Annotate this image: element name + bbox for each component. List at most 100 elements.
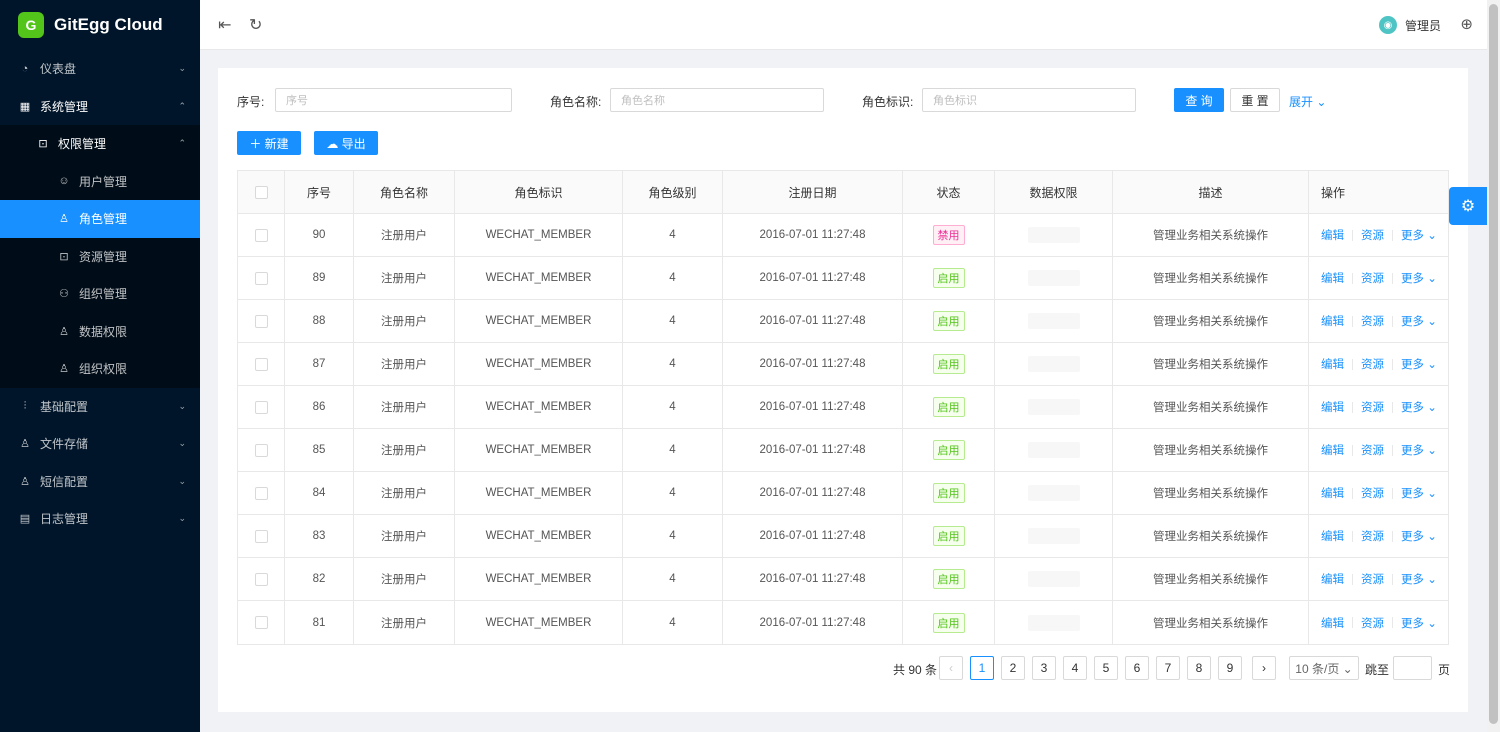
edit-link[interactable]: 编辑 [1321,442,1344,458]
table-row[interactable]: 83 注册用户 WECHAT_MEMBER 4 2016-07-01 11:27:48 启… [238,515,1448,558]
resource-link[interactable]: 资源 [1361,356,1384,372]
sidebar-item[interactable]: ♙ 文件存储 ⌄ [0,425,200,463]
edit-link[interactable]: 编辑 [1321,485,1344,501]
more-dropdown[interactable]: 更多 ⌄ [1401,270,1437,286]
edit-link[interactable]: 编辑 [1321,615,1344,631]
data-permission-placeholder [1027,227,1080,243]
row-checkbox[interactable] [254,400,268,414]
edit-link[interactable]: 编辑 [1321,399,1344,415]
resource-link[interactable]: 资源 [1361,615,1384,631]
sidebar-item[interactable]: ⫶ 基础配置 ⌄ [0,388,200,426]
edit-link[interactable]: 编辑 [1321,270,1344,286]
page-button[interactable]: 3 [1032,656,1056,680]
table-row[interactable]: 85 注册用户 WECHAT_MEMBER 4 2016-07-01 11:27:48 启… [238,429,1448,472]
new-button[interactable]: ＋ 新建 [237,131,301,155]
table-row[interactable]: 87 注册用户 WECHAT_MEMBER 4 2016-07-01 11:27:48 启… [238,343,1448,386]
row-checkbox[interactable] [254,228,268,242]
action-divider [1392,530,1393,542]
more-dropdown[interactable]: 更多 ⌄ [1401,442,1437,458]
next-page-button[interactable]: › [1252,656,1276,680]
page-button[interactable]: 8 [1187,656,1211,680]
resource-link[interactable]: 资源 [1361,227,1384,243]
page-size-select[interactable]: 10 条/页 ⌄ [1289,656,1359,680]
edit-link[interactable]: 编辑 [1321,528,1344,544]
table-row[interactable]: 86 注册用户 WECHAT_MEMBER 4 2016-07-01 11:27:48 启… [238,386,1448,429]
row-checkbox[interactable] [254,314,268,328]
reset-button[interactable]: 重 置 [1230,88,1280,112]
cell-desc: 管理业务相关系统操作 [1113,257,1309,299]
cell-id: 83 [285,515,354,557]
role-key-input[interactable]: 角色标识 [922,88,1136,112]
logo[interactable]: G GitEgg Cloud [0,0,200,50]
resource-link[interactable]: 资源 [1361,270,1384,286]
sidebar-item[interactable]: ♙ 数据权限 [0,312,200,350]
prev-page-button[interactable]: ‹ [939,656,963,680]
select-all-checkbox[interactable] [254,185,268,199]
id-input[interactable]: 序号 [275,88,512,112]
page-button[interactable]: 1 [970,656,994,680]
more-dropdown[interactable]: 更多 ⌄ [1401,313,1437,329]
table-row[interactable]: 82 注册用户 WECHAT_MEMBER 4 2016-07-01 11:27:48 启… [238,558,1448,601]
resource-link[interactable]: 资源 [1361,571,1384,587]
sidebar-item[interactable]: ⊡ 权限管理 ⌃ [0,125,200,163]
page-button[interactable]: 5 [1094,656,1118,680]
sidebar-item[interactable]: ◔ 仪表盘 ⌄ [0,50,200,88]
table-row[interactable]: 84 注册用户 WECHAT_MEMBER 4 2016-07-01 11:27:48 启… [238,472,1448,515]
sidebar-item[interactable]: ♙ 短信配置 ⌄ [0,463,200,501]
user-menu[interactable]: ◉ 管理员 [1378,16,1441,34]
export-button[interactable]: ☁ 导出 [314,131,378,155]
more-dropdown[interactable]: 更多 ⌄ [1401,528,1437,544]
cell-date-text: 2016-07-01 11:27:48 [759,315,866,327]
cell-data-permission [995,300,1113,342]
sidebar-item[interactable]: ⚇ 组织管理 [0,275,200,313]
menu-fold-icon[interactable]: ⇤ [218,15,231,35]
resource-link[interactable]: 资源 [1361,442,1384,458]
sidebar-item[interactable]: ♙ 角色管理 [0,200,200,238]
table-row[interactable]: 88 注册用户 WECHAT_MEMBER 4 2016-07-01 11:27:48 启… [238,300,1448,343]
sidebar-item[interactable]: ▦ 系统管理 ⌃ [0,88,200,126]
page-button[interactable]: 7 [1156,656,1180,680]
row-checkbox[interactable] [254,357,268,371]
edit-link[interactable]: 编辑 [1321,571,1344,587]
row-checkbox[interactable] [254,616,268,629]
sidebar-item[interactable]: ♙ 组织权限 [0,350,200,388]
language-icon[interactable]: ⊕ [1460,15,1473,33]
sidebar-item[interactable]: ⊡ 资源管理 [0,237,200,275]
page-button[interactable]: 4 [1063,656,1087,680]
table-row[interactable]: 90 注册用户 WECHAT_MEMBER 4 2016-07-01 11:27:48 禁… [238,214,1448,257]
resource-link[interactable]: 资源 [1361,399,1384,415]
page-button[interactable]: 6 [1125,656,1149,680]
jump-input[interactable] [1393,656,1432,680]
row-checkbox[interactable] [254,529,268,543]
row-checkbox[interactable] [254,443,268,457]
row-checkbox[interactable] [254,486,268,500]
reload-icon[interactable]: ↻ [249,15,262,35]
sidebar-item[interactable]: ▤ 日志管理 ⌄ [0,500,200,538]
sidebar-item[interactable]: ☺ 用户管理 [0,162,200,200]
resource-link[interactable]: 资源 [1361,485,1384,501]
app-title: GitEgg Cloud [54,15,163,34]
page-button[interactable]: 2 [1001,656,1025,680]
more-dropdown[interactable]: 更多 ⌄ [1401,227,1437,243]
edit-link[interactable]: 编辑 [1321,227,1344,243]
expand-link[interactable]: 展开 ⌄ [1289,93,1326,110]
more-dropdown[interactable]: 更多 ⌄ [1401,485,1437,501]
more-dropdown[interactable]: 更多 ⌄ [1401,571,1437,587]
settings-button[interactable]: ⚙ [1449,187,1487,225]
query-button[interactable]: 查 询 [1174,88,1224,112]
resource-link[interactable]: 资源 [1361,528,1384,544]
edit-link[interactable]: 编辑 [1321,356,1344,372]
row-checkbox[interactable] [254,572,268,586]
table-row[interactable]: 89 注册用户 WECHAT_MEMBER 4 2016-07-01 11:27:48 启… [238,257,1448,300]
edit-link[interactable]: 编辑 [1321,313,1344,329]
page-scrollbar[interactable] [1487,0,1500,732]
role-name-input[interactable]: 角色名称 [610,88,824,112]
page-button[interactable]: 9 [1218,656,1242,680]
scrollbar-thumb[interactable] [1489,4,1498,724]
more-dropdown[interactable]: 更多 ⌄ [1401,615,1437,631]
resource-link[interactable]: 资源 [1361,313,1384,329]
table-row[interactable]: 81 注册用户 WECHAT_MEMBER 4 2016-07-01 11:27:48 启… [238,601,1448,644]
row-checkbox[interactable] [254,271,268,285]
more-dropdown[interactable]: 更多 ⌄ [1401,356,1437,372]
more-dropdown[interactable]: 更多 ⌄ [1401,399,1437,415]
